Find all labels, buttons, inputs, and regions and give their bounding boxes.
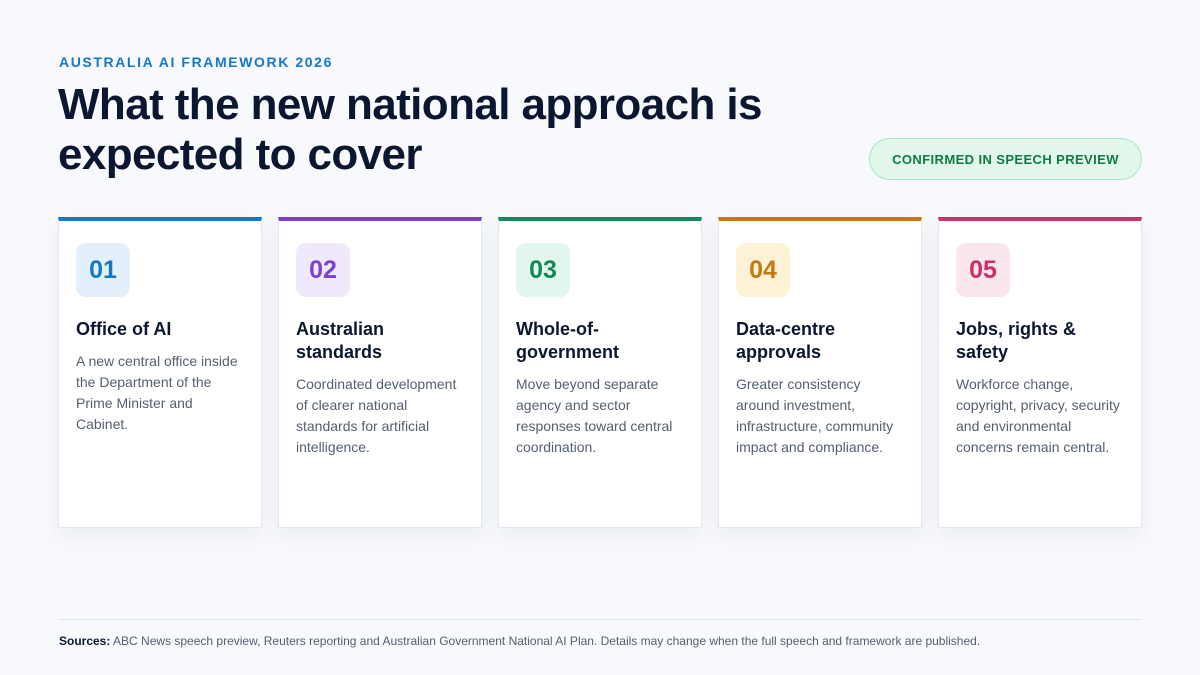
card-text: Move beyond separate agency and sector r…: [516, 376, 673, 455]
sources-text: ABC News speech preview, Reuters reporti…: [113, 634, 981, 648]
sources-note: Sources: ABC News speech preview, Reuter…: [59, 634, 1143, 648]
card-number: 05: [956, 243, 1010, 297]
card-australian-standards: 02 Australian standards Coordinated deve…: [278, 217, 482, 528]
card-text: Coordinated development of clearer natio…: [296, 376, 457, 455]
cards-row: 01 Office of AI A new central office ins…: [58, 217, 1142, 528]
status-badge: CONFIRMED IN SPEECH PREVIEW: [869, 138, 1142, 180]
card-number: 01: [76, 243, 130, 297]
card-data-centre-approvals: 04 Data-centre approvals Greater consist…: [718, 217, 922, 528]
card-jobs-rights-safety: 05 Jobs, rights & safety Workforce chang…: [938, 217, 1142, 528]
card-title: Whole-of-government: [516, 319, 620, 362]
card-text: A new central office inside the Departme…: [76, 353, 238, 432]
card-office-of-ai: 01 Office of AI A new central office ins…: [58, 217, 262, 528]
card-title: Office of AI: [76, 319, 172, 339]
sources-label: Sources:: [59, 634, 111, 648]
eyebrow-label: AUSTRALIA AI FRAMEWORK 2026: [59, 54, 333, 70]
card-text: Greater consistency around investment, i…: [736, 376, 894, 455]
card-whole-of-government: 03 Whole-of-government Move beyond separ…: [498, 217, 702, 528]
card-number: 02: [296, 243, 350, 297]
card-title: Australian standards: [296, 319, 385, 362]
card-title: Jobs, rights & safety: [956, 319, 1077, 362]
footer-divider: [58, 619, 1142, 620]
card-number: 03: [516, 243, 570, 297]
card-number: 04: [736, 243, 790, 297]
card-title: Data-centre approvals: [736, 319, 836, 362]
card-text: Workforce change, copyright, privacy, se…: [956, 376, 1120, 455]
page-title: What the new national approach is expect…: [58, 80, 762, 179]
